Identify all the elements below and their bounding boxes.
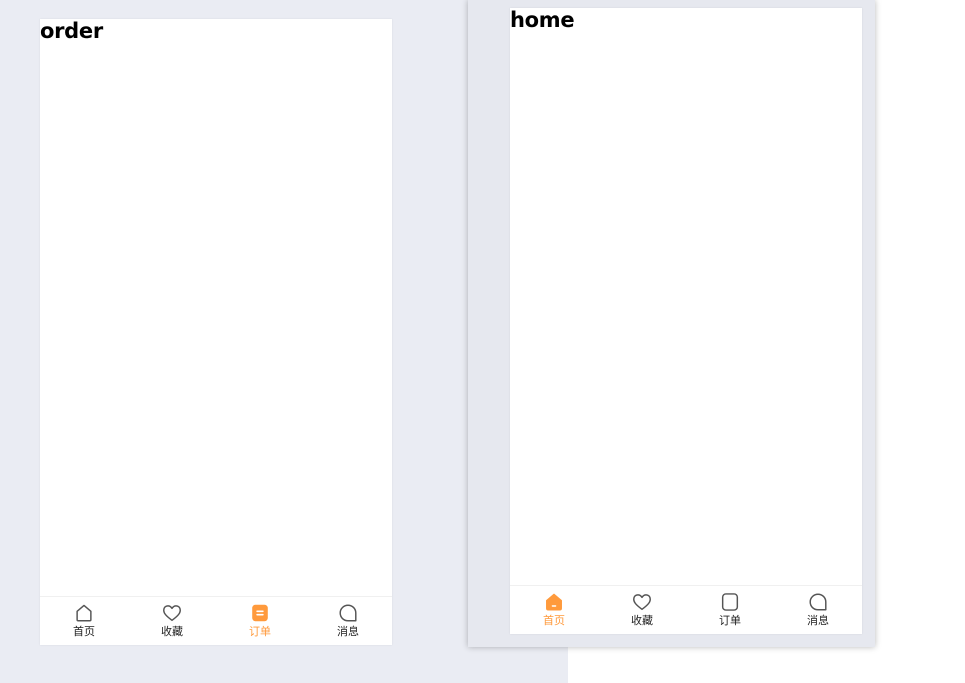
tab-favorites[interactable]: 收藏 (598, 586, 686, 634)
heart-icon (631, 591, 653, 613)
tab-bar: 首页 收藏 订单 消息 (510, 585, 862, 634)
tab-label: 消息 (807, 614, 829, 627)
tab-label: 消息 (337, 625, 359, 638)
heart-icon (161, 602, 183, 624)
tab-messages[interactable]: 消息 (774, 586, 862, 634)
tab-home[interactable]: 首页 (40, 597, 128, 645)
message-icon (337, 602, 359, 624)
tab-label: 订单 (249, 625, 271, 638)
tab-label: 首页 (73, 625, 95, 638)
order-icon (719, 591, 741, 613)
phone-screen-order: order 首页 收藏 订单 消息 (40, 19, 392, 645)
phone-screen-home: home 首页 收藏 订单 消息 (510, 8, 862, 634)
order-icon (249, 602, 271, 624)
tab-home[interactable]: 首页 (510, 586, 598, 634)
tab-orders[interactable]: 订单 (686, 586, 774, 634)
page-title: order (40, 19, 103, 43)
tab-label: 收藏 (631, 614, 653, 627)
tab-bar: 首页 收藏 订单 消息 (40, 596, 392, 645)
page-title: home (510, 8, 575, 32)
home-icon (73, 602, 95, 624)
tab-label: 收藏 (161, 625, 183, 638)
tab-orders[interactable]: 订单 (216, 597, 304, 645)
tab-label: 订单 (719, 614, 741, 627)
tab-favorites[interactable]: 收藏 (128, 597, 216, 645)
tab-label: 首页 (543, 614, 565, 627)
message-icon (807, 591, 829, 613)
home-icon (543, 591, 565, 613)
tab-messages[interactable]: 消息 (304, 597, 392, 645)
